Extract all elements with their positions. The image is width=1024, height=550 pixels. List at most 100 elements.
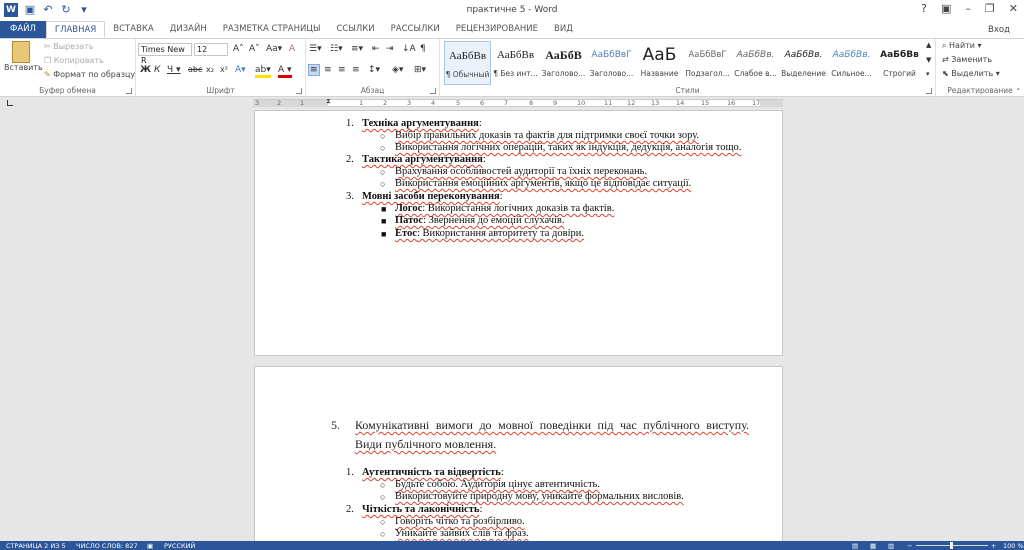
list-item[interactable]: Уникайте зайвих слів та фраз. <box>395 528 529 539</box>
close-button[interactable]: ✕ <box>1009 2 1018 15</box>
zoom-out-icon[interactable]: − <box>907 542 912 550</box>
style-emphasis[interactable]: АаБбВв. Выделение <box>780 41 827 85</box>
zoom-slider-thumb[interactable] <box>950 542 953 549</box>
pilcrow-icon[interactable]: ¶ <box>420 44 426 54</box>
align-center-icon[interactable]: ≡ <box>324 65 332 75</box>
language[interactable]: РУССКИЙ <box>164 542 195 550</box>
justify-icon[interactable]: ≡ <box>352 65 360 75</box>
styles-scroll-up-icon[interactable]: ▲ <box>926 41 931 49</box>
clear-formatting-icon[interactable]: A <box>289 44 295 54</box>
restore-button[interactable]: ❐ <box>985 2 995 15</box>
clipboard-launcher-icon[interactable] <box>126 88 132 94</box>
web-layout-icon[interactable]: ▥ <box>888 542 894 550</box>
align-right-icon[interactable]: ≡ <box>338 65 346 75</box>
style-strong[interactable]: АаБбВв Строгий <box>876 41 923 85</box>
list-item-pathos[interactable]: Патос: Звернення до емоцій слухачів. <box>395 215 565 226</box>
collapse-ribbon-icon[interactable]: ˄ <box>1017 88 1021 96</box>
list-item[interactable]: Врахування особливостей аудиторії та їхн… <box>395 166 647 177</box>
tab-references[interactable]: ССЫЛКИ <box>328 21 382 38</box>
tab-insert[interactable]: ВСТАВКА <box>105 21 161 38</box>
style-normal[interactable]: АаБбВв ¶ Обычный <box>444 41 491 85</box>
tab-page-layout[interactable]: РАЗМЕТКА СТРАНИЦЫ <box>215 21 329 38</box>
increase-indent-icon[interactable]: ⇥ <box>386 44 394 54</box>
cut-button[interactable]: ✂ Вырезать <box>44 42 94 51</box>
strikethrough-icon[interactable]: abc <box>188 65 202 74</box>
select-button[interactable]: ⬉ Выделить ▾ <box>942 69 1000 78</box>
paragraph-launcher-icon[interactable] <box>430 88 436 94</box>
highlight-icon[interactable]: ab▾ <box>255 65 271 78</box>
copy-button[interactable]: ❐ Копировать <box>44 56 104 65</box>
section-title-line-1[interactable]: Комунікативні вимоги до мовної поведінки… <box>355 418 749 433</box>
font-color-icon[interactable]: A ▾ <box>278 65 292 78</box>
read-mode-icon[interactable]: ▤ <box>852 542 858 550</box>
help-button[interactable]: ? <box>921 2 927 15</box>
bullets-icon[interactable]: ☰▾ <box>309 44 322 54</box>
page-count[interactable]: СТРАНИЦА 2 ИЗ 5 <box>6 542 66 550</box>
list-heading[interactable]: Техніка аргументування: <box>362 118 482 129</box>
list-item[interactable]: Використовуйте природну мову, уникайте ф… <box>395 491 684 502</box>
text-effects-icon[interactable]: A▾ <box>235 65 246 75</box>
list-heading[interactable]: Тактика аргументування: <box>362 154 486 165</box>
change-case-icon[interactable]: Aa▾ <box>266 44 282 54</box>
underline-icon[interactable]: Ч ▾ <box>167 65 181 75</box>
sort-icon[interactable]: ↓A <box>402 44 416 54</box>
borders-icon[interactable]: ⊞▾ <box>414 65 426 75</box>
print-layout-icon[interactable]: ▦ <box>870 542 876 550</box>
multilevel-list-icon[interactable]: ≡▾ <box>351 44 363 54</box>
paste-button[interactable]: Вставить <box>4 41 43 72</box>
styles-scroll-down-icon[interactable]: ▼ <box>926 56 931 64</box>
find-button[interactable]: ⌕ Найти ▾ <box>942 41 982 51</box>
ribbon-display-icon[interactable]: ▣ <box>941 2 951 15</box>
sign-in-link[interactable]: Вход <box>988 25 1010 35</box>
bold-icon[interactable]: Ж <box>140 65 151 75</box>
font-name-box[interactable]: Times New R <box>138 43 192 65</box>
grow-font-icon[interactable]: A˄ <box>233 44 244 54</box>
horizontal-ruler[interactable]: ⧗ 3 2 1 1 2 3 4 5 6 7 8 9 10 11 12 13 14… <box>0 97 1024 109</box>
italic-icon[interactable]: К <box>154 65 160 75</box>
decrease-indent-icon[interactable]: ⇤ <box>372 44 380 54</box>
style-heading-1[interactable]: АаБбВ Заголово... <box>540 41 587 85</box>
styles-more-icon[interactable]: ▾ <box>926 70 930 78</box>
style-intense-emphasis[interactable]: АаБбВв. Сильное... <box>828 41 875 85</box>
align-left-icon[interactable]: ≡ <box>308 64 320 76</box>
list-item-logos[interactable]: Логос: Використання логічних доказів та … <box>395 203 614 214</box>
subscript-icon[interactable]: x₂ <box>206 65 214 74</box>
styles-launcher-icon[interactable] <box>926 88 932 94</box>
word-count[interactable]: ЧИСЛО СЛОВ: 827 <box>76 542 138 550</box>
superscript-icon[interactable]: x² <box>220 65 228 74</box>
format-painter-button[interactable]: ✎ Формат по образцу <box>44 70 135 79</box>
indent-marker-icon[interactable]: ⧗ <box>326 97 331 106</box>
numbering-icon[interactable]: ☷▾ <box>330 44 343 54</box>
section-title-line-2[interactable]: Види публічного мовлення. <box>355 437 496 452</box>
shrink-font-icon[interactable]: A˅ <box>249 44 260 54</box>
style-no-spacing[interactable]: АаБбВв ¶ Без инт... <box>492 41 539 85</box>
tab-selector-icon[interactable] <box>7 100 13 106</box>
list-item[interactable]: Будьте собою. Аудиторія цінує автентичні… <box>395 479 600 490</box>
tab-home[interactable]: ГЛАВНАЯ <box>45 21 106 38</box>
shading-icon[interactable]: ◈▾ <box>392 65 403 75</box>
tab-file[interactable]: ФАЙЛ <box>0 21 46 38</box>
proofing-icon[interactable]: ▣ <box>147 542 153 550</box>
list-item-ethos[interactable]: Етос: Використання авторитету та довіри. <box>395 228 584 239</box>
style-title[interactable]: АаБ Название <box>636 41 683 85</box>
style-subtitle[interactable]: АаБбВвГ Подзагол... <box>684 41 731 85</box>
minimize-button[interactable]: – <box>965 2 971 15</box>
line-spacing-icon[interactable]: ↕▾ <box>368 65 380 75</box>
zoom-level[interactable]: 100 % <box>1003 542 1024 550</box>
style-subtle-emphasis[interactable]: АаБбВв. Слабое в... <box>732 41 779 85</box>
list-heading[interactable]: Мовні засоби переконування: <box>362 191 503 202</box>
list-item[interactable]: Використання емоційних аргументів, якщо … <box>395 178 691 189</box>
tab-mailings[interactable]: РАССЫЛКИ <box>383 21 448 38</box>
list-item[interactable]: Використання логічних операцій, таких як… <box>395 142 741 153</box>
tab-review[interactable]: РЕЦЕНЗИРОВАНИЕ <box>448 21 546 38</box>
list-item[interactable]: Вибір правильних доказів та фактів для п… <box>395 130 699 141</box>
tab-design[interactable]: ДИЗАЙН <box>162 21 215 38</box>
zoom-in-icon[interactable]: + <box>991 542 996 550</box>
style-heading-2[interactable]: АаБбВвГ Заголово... <box>588 41 635 85</box>
replace-button[interactable]: ⇄ Заменить <box>942 55 992 64</box>
tab-view[interactable]: ВИД <box>546 21 581 38</box>
font-launcher-icon[interactable] <box>296 88 302 94</box>
list-heading[interactable]: Чіткість та лаконічність: <box>362 504 482 515</box>
list-item[interactable]: Говоріть чітко та розбірливо. <box>395 516 525 527</box>
list-heading[interactable]: Аутентичність та відвертість: <box>362 467 504 478</box>
